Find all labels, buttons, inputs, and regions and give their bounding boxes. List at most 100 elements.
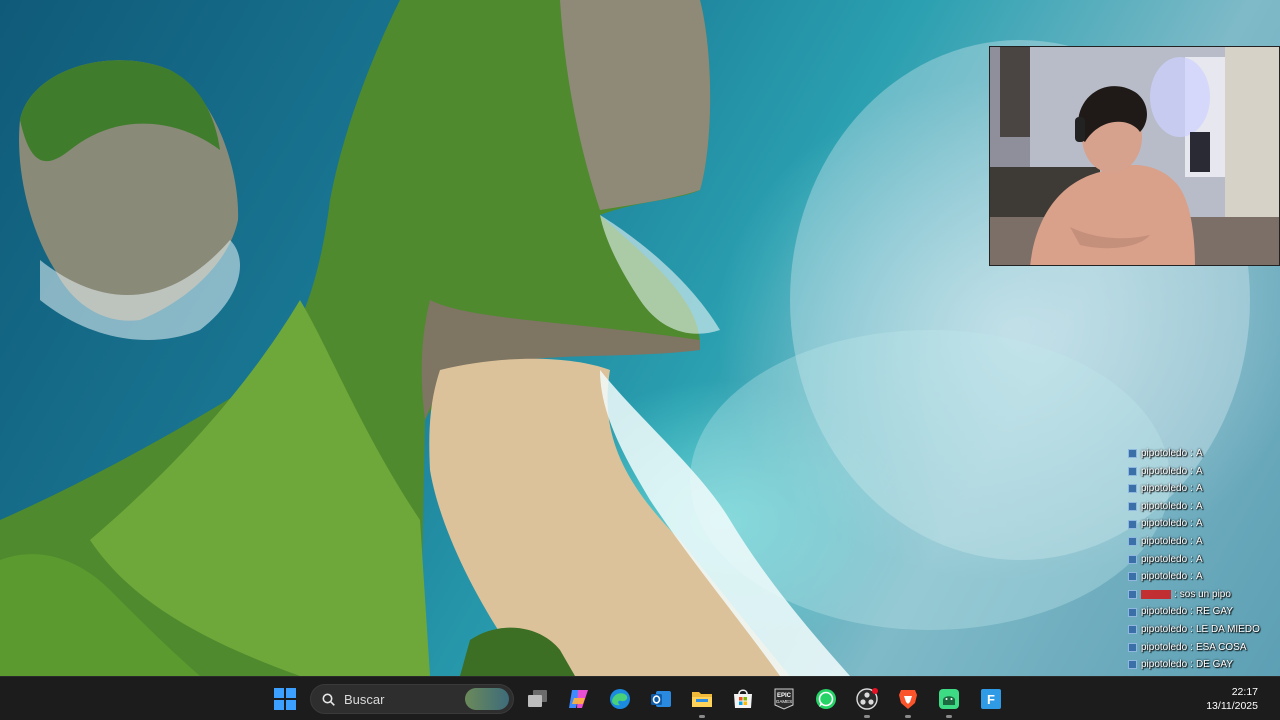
microsoft-store-icon	[734, 689, 752, 708]
chat-username: pipotoledo	[1141, 641, 1188, 653]
chat-username: pipotoledo	[1141, 623, 1188, 635]
chat-username: pipotoledo	[1141, 465, 1188, 477]
chat-text: sos un pipo	[1179, 588, 1231, 600]
epic-games-icon: EPIC GAMES	[774, 688, 794, 710]
chat-text: DE GAY	[1195, 659, 1233, 671]
chat-badge-icon	[1128, 660, 1137, 670]
whatsapp-icon	[816, 689, 836, 709]
copilot-icon	[569, 690, 588, 708]
chat-badge-icon	[1128, 607, 1137, 617]
task-view-icon	[528, 690, 547, 707]
chat-badge-icon	[1128, 466, 1137, 476]
chat-badge-icon	[1128, 554, 1137, 564]
file-icon: F	[981, 689, 1001, 709]
file-app-button[interactable]: F	[977, 685, 1005, 713]
chat-username: pipotoledo	[1141, 553, 1188, 565]
chat-text: A	[1195, 448, 1203, 459]
edge-icon	[610, 689, 630, 709]
running-indicator	[864, 715, 870, 718]
chat-badge-icon	[1128, 537, 1137, 547]
chat-username: pipotoledo	[1141, 500, 1188, 512]
obs-icon	[856, 688, 878, 710]
chat-message: pipotoledo: A	[1128, 533, 1278, 551]
chat-message: pipotoledo: A	[1128, 568, 1278, 586]
edge-button[interactable]	[606, 685, 634, 713]
taskbar: Buscar EPIC GAMES F 22:17 13/11/2025	[0, 676, 1280, 720]
chat-message: pipotoledo: LE DA MIEDO	[1128, 621, 1278, 639]
file-explorer-icon	[692, 692, 712, 707]
chat-separator: :	[1190, 571, 1193, 583]
chat-text: LE DA MIEDO	[1195, 623, 1260, 635]
chat-message: pipotoledo: A	[1128, 463, 1278, 481]
chat-badge-icon	[1128, 502, 1137, 512]
chat-message: pipotoledo: A	[1128, 551, 1278, 569]
chat-separator: :	[1190, 659, 1193, 671]
copilot-button[interactable]	[565, 685, 593, 713]
outlook-icon	[651, 691, 671, 707]
chat-separator: :	[1190, 448, 1193, 459]
brave-icon	[899, 690, 917, 709]
chat-separator: :	[1190, 483, 1193, 495]
chat-message: pipotoledo: A	[1128, 498, 1278, 516]
chat-separator: :	[1190, 465, 1193, 477]
running-indicator	[905, 715, 911, 718]
search-highlight-icon	[465, 688, 509, 710]
whatsapp-button[interactable]	[812, 685, 840, 713]
chat-text: A	[1195, 483, 1203, 495]
android-app-icon	[939, 689, 959, 709]
start-button[interactable]	[271, 685, 299, 713]
chat-message: pipotoledo: ESA COSA	[1128, 639, 1278, 657]
chat-username: pipotoledo	[1141, 606, 1188, 618]
chat-username	[1141, 590, 1171, 600]
chat-text: A	[1195, 465, 1203, 477]
chat-username: pipotoledo	[1141, 535, 1188, 547]
android-app-button[interactable]	[935, 685, 963, 718]
search-icon	[322, 693, 335, 706]
running-indicator	[699, 715, 705, 718]
chat-separator: :	[1190, 606, 1193, 618]
chat-badge-icon	[1128, 572, 1137, 582]
chat-separator: :	[1190, 553, 1193, 565]
chat-separator: :	[1190, 518, 1193, 530]
chat-username: pipotoledo	[1141, 518, 1188, 530]
chat-text: A	[1195, 500, 1203, 512]
chat-badge-icon	[1128, 449, 1137, 459]
svg-text:GAMES: GAMES	[776, 699, 792, 704]
epic-games-button[interactable]: EPIC GAMES	[770, 685, 798, 713]
outlook-button[interactable]	[647, 685, 675, 713]
chat-message: pipotoledo: A	[1128, 480, 1278, 498]
running-indicator	[946, 715, 952, 718]
chat-message: pipotoledo: A	[1128, 515, 1278, 533]
clock-date: 13/11/2025	[1206, 700, 1258, 712]
chat-username: pipotoledo	[1141, 483, 1188, 495]
chat-message: pipotoledo: DE GAY	[1128, 656, 1278, 674]
chat-overlay: pipotoledo: Apipotoledo: Apipotoledo: Apipo…	[1128, 445, 1278, 674]
chat-badge-icon	[1128, 484, 1137, 494]
taskbar-search[interactable]: Buscar	[310, 684, 514, 714]
chat-text: RE GAY	[1195, 606, 1233, 618]
chat-text: A	[1195, 518, 1203, 530]
microsoft-store-button[interactable]	[729, 685, 757, 713]
chat-message: pipotoledo: A	[1128, 445, 1278, 463]
chat-text: A	[1195, 571, 1203, 583]
chat-badge-icon	[1128, 519, 1137, 529]
chat-badge-icon	[1128, 642, 1137, 652]
chat-separator: :	[1190, 535, 1193, 547]
file-explorer-button[interactable]	[688, 685, 716, 718]
svg-text:F: F	[987, 692, 995, 707]
chat-badge-icon	[1128, 625, 1137, 635]
clock-time: 22:17	[1231, 686, 1258, 698]
obs-button[interactable]	[853, 685, 881, 718]
chat-text: ESA COSA	[1195, 641, 1247, 653]
windows-logo-icon	[274, 688, 296, 710]
chat-message: pipotoledo: RE GAY	[1128, 603, 1278, 621]
chat-username: pipotoledo	[1141, 571, 1188, 583]
chat-badge-icon	[1128, 590, 1137, 600]
brave-button[interactable]	[894, 685, 922, 718]
chat-text: A	[1195, 535, 1203, 547]
webcam-overlay	[989, 46, 1280, 266]
chat-message: : sos un pipo	[1128, 586, 1278, 604]
system-clock[interactable]: 22:17 13/11/2025	[1206, 685, 1258, 713]
task-view-button[interactable]	[524, 685, 552, 713]
chat-separator: :	[1174, 588, 1177, 600]
